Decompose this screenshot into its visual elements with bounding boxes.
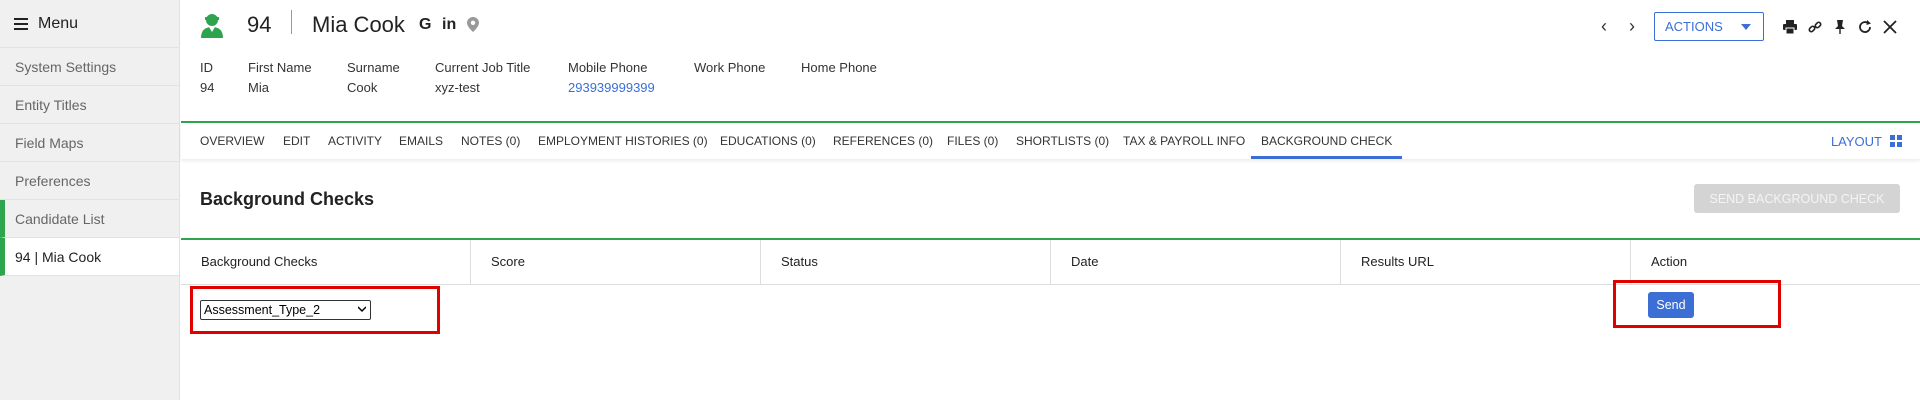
close-icon[interactable] [1878, 19, 1902, 34]
field-label: Home Phone [801, 60, 877, 75]
record-id: 94 [247, 12, 272, 37]
record-name: Mia Cook [312, 12, 405, 37]
sidebar-item-preferences[interactable]: Preferences [0, 162, 179, 200]
sidebar-item-label: Entity Titles [15, 96, 87, 113]
record-summary: ID 94 First Name Mia Surname Cook Curren… [181, 60, 1920, 120]
chevron-down-icon [358, 306, 366, 313]
sidebar-item-current-record[interactable]: 94 | Mia Cook [0, 238, 179, 276]
background-check-type-select[interactable]: Assessment_Type_2 [200, 300, 371, 320]
tab-educations[interactable]: EDUCATIONS (0) [720, 123, 816, 159]
menu-toggle[interactable]: Menu [0, 0, 179, 48]
field-label: Current Job Title [435, 60, 531, 75]
tab-employment-histories[interactable]: EMPLOYMENT HISTORIES (0) [538, 123, 708, 159]
mobile-phone-link[interactable]: 293939999399 [568, 80, 655, 95]
location-pin-icon[interactable] [467, 17, 479, 32]
select-value: Assessment_Type_2 [204, 303, 321, 317]
column-header[interactable]: Action [1631, 240, 1920, 284]
record-header: 94 Mia Cook G in ‹ › ACTIONS [181, 0, 1920, 52]
column-header[interactable]: Status [761, 240, 1051, 284]
pin-icon[interactable] [1828, 19, 1852, 34]
tab-shortlists[interactable]: SHORTLISTS (0) [1016, 123, 1109, 159]
tab-files[interactable]: FILES (0) [947, 123, 998, 159]
layout-button[interactable]: LAYOUT [1831, 123, 1902, 159]
field-label: Work Phone [694, 60, 766, 75]
tab-overview[interactable]: OVERVIEW [200, 123, 264, 159]
send-background-check-button[interactable]: SEND BACKGROUND CHECK [1694, 184, 1900, 213]
field-value: xyz-test [435, 80, 480, 95]
grid-icon [1890, 135, 1902, 147]
sidebar: Menu System Settings Entity Titles Field… [0, 0, 180, 400]
sidebar-item-system-settings[interactable]: System Settings [0, 48, 179, 86]
tab-references[interactable]: REFERENCES (0) [833, 123, 933, 159]
sidebar-item-label: 94 | Mia Cook [15, 248, 102, 265]
column-header[interactable]: Results URL [1341, 240, 1631, 284]
linkedin-icon[interactable]: in [442, 16, 456, 34]
header-toolbar: ‹ › ACTIONS [1590, 12, 1902, 41]
tab-background-check[interactable]: BACKGROUND CHECK [1251, 123, 1403, 159]
sidebar-item-label: System Settings [15, 58, 117, 75]
record-tabs: OVERVIEW EDIT ACTIVITY EMAILS NOTES (0) … [181, 121, 1920, 159]
actions-dropdown[interactable]: ACTIONS [1654, 12, 1764, 41]
field-value: Cook [347, 80, 378, 95]
field-value: Mia [248, 80, 269, 95]
print-icon[interactable] [1778, 19, 1802, 34]
field-mobile-phone: Mobile Phone 293939999399 [568, 60, 655, 95]
field-label: First Name [248, 60, 312, 75]
actions-label: ACTIONS [1665, 19, 1723, 34]
tab-notes[interactable]: NOTES (0) [461, 123, 520, 159]
google-icon[interactable]: G [419, 16, 431, 34]
previous-record-icon[interactable]: ‹ [1590, 16, 1618, 37]
sidebar-item-entity-titles[interactable]: Entity Titles [0, 86, 179, 124]
caret-down-icon [1741, 23, 1751, 30]
sidebar-item-field-maps[interactable]: Field Maps [0, 124, 179, 162]
tab-activity[interactable]: ACTIVITY [328, 123, 382, 159]
tab-tax-payroll[interactable]: TAX & PAYROLL INFO [1123, 123, 1245, 159]
main-content: 94 Mia Cook G in ‹ › ACTIONS ID 94 First… [181, 0, 1920, 400]
column-header[interactable]: Date [1051, 240, 1341, 284]
candidate-person-icon [201, 14, 223, 38]
field-label: ID [200, 60, 213, 75]
field-job-title: Current Job Title xyz-test [435, 60, 530, 95]
column-header[interactable]: Score [471, 240, 761, 284]
field-value: 94 [200, 80, 215, 95]
table-header: Background Checks Score Status Date Resu… [181, 240, 1920, 285]
next-record-icon[interactable]: › [1618, 16, 1646, 37]
highlight-box: Send [1613, 280, 1781, 328]
field-label: Mobile Phone [568, 60, 648, 75]
refresh-icon[interactable] [1853, 19, 1877, 34]
sidebar-item-candidate-list[interactable]: Candidate List [0, 200, 179, 238]
field-work-phone: Work Phone [694, 60, 765, 80]
sidebar-item-label: Field Maps [15, 134, 84, 151]
highlight-box: Assessment_Type_2 [190, 286, 440, 334]
menu-label: Menu [38, 14, 79, 32]
link-icon[interactable] [1803, 20, 1827, 34]
sidebar-item-label: Preferences [15, 172, 91, 189]
field-first-name: First Name Mia [248, 60, 312, 95]
tab-edit[interactable]: EDIT [283, 123, 310, 159]
field-home-phone: Home Phone [801, 60, 877, 80]
hamburger-icon [14, 17, 28, 30]
divider [291, 10, 292, 34]
sidebar-item-label: Candidate List [15, 210, 105, 227]
tab-emails[interactable]: EMAILS [399, 123, 443, 159]
section-title: Background Checks [200, 189, 375, 209]
layout-label: LAYOUT [1830, 133, 1882, 149]
column-header[interactable]: Background Checks [181, 240, 471, 284]
field-id: ID 94 [200, 60, 214, 95]
send-button[interactable]: Send [1648, 292, 1694, 318]
field-surname: Surname Cook [347, 60, 400, 95]
field-label: Surname [347, 60, 400, 75]
